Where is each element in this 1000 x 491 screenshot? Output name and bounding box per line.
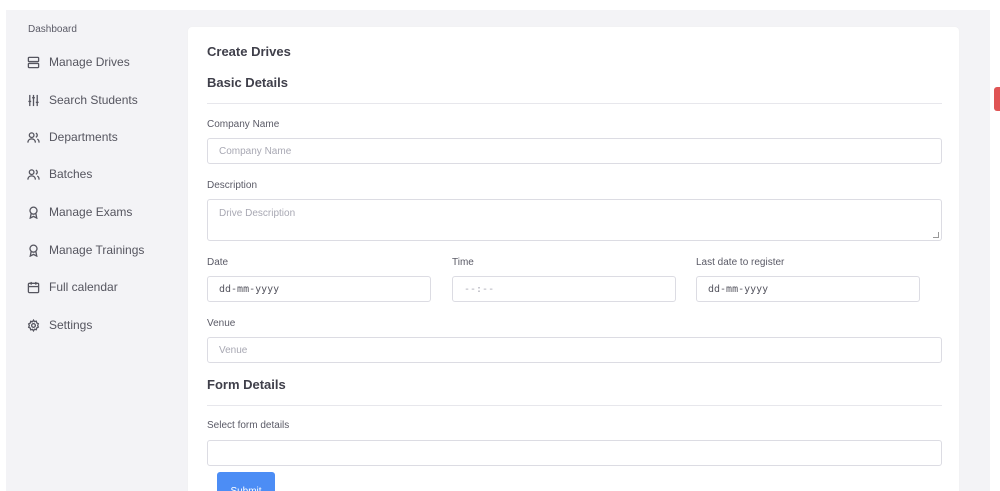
calendar-icon (26, 280, 40, 294)
app-frame: Dashboard Manage Drives Search Students … (6, 10, 990, 491)
sidebar-item-label: Settings (49, 318, 93, 332)
award-icon (26, 243, 40, 257)
page-title: Create Drives (207, 44, 291, 59)
sidebar-item-label: Departments (49, 130, 118, 144)
venue-label: Venue (207, 318, 236, 329)
sidebar-item-label: Batches (49, 167, 93, 181)
sidebar-item-batches[interactable]: Batches (26, 164, 92, 184)
sidebar-item-label: Manage Drives (49, 55, 130, 69)
server-icon (26, 55, 40, 69)
create-drive-card: Create Drives Basic Details Company Name… (188, 27, 959, 491)
time-label: Time (452, 257, 474, 268)
last-date-input[interactable]: dd-mm-yyyy (696, 276, 920, 302)
description-label: Description (207, 180, 258, 191)
date-input[interactable]: dd-mm-yyyy (207, 276, 431, 302)
sidebar: Dashboard Manage Drives Search Students … (6, 10, 176, 491)
users-icon (26, 167, 40, 181)
sidebar-item-manage-drives[interactable]: Manage Drives (26, 52, 130, 72)
award-icon (26, 205, 40, 219)
select-form-label: Select form details (207, 420, 290, 431)
sidebar-item-label: Search Students (49, 93, 138, 107)
description-textarea[interactable]: Drive Description (207, 199, 942, 241)
side-tab-indicator[interactable] (994, 87, 1000, 111)
company-name-label: Company Name (207, 119, 280, 130)
submit-button[interactable]: Submit (217, 472, 275, 491)
sidebar-item-search-students[interactable]: Search Students (26, 90, 138, 110)
gear-icon (26, 318, 40, 332)
divider (207, 405, 942, 406)
company-name-input[interactable]: Company Name (207, 138, 942, 164)
sidebar-item-label: Full calendar (49, 280, 118, 294)
sliders-icon (26, 93, 40, 107)
sidebar-item-settings[interactable]: Settings (26, 315, 92, 335)
venue-input[interactable]: Venue (207, 337, 942, 363)
date-label: Date (207, 257, 229, 268)
section-basic-details: Basic Details (207, 75, 288, 90)
resize-handle[interactable] (933, 232, 939, 238)
sidebar-item-full-calendar[interactable]: Full calendar (26, 277, 118, 297)
divider (207, 103, 942, 104)
sidebar-item-label: Manage Exams (49, 205, 133, 219)
last-date-label: Last date to register (696, 257, 785, 268)
form-details-select[interactable] (207, 440, 942, 466)
sidebar-item-departments[interactable]: Departments (26, 127, 118, 147)
sidebar-title: Dashboard (28, 24, 77, 35)
users-icon (26, 130, 40, 144)
sidebar-item-manage-exams[interactable]: Manage Exams (26, 202, 132, 222)
time-input[interactable]: --:-- (452, 276, 676, 302)
sidebar-item-label: Manage Trainings (49, 243, 145, 257)
sidebar-item-manage-trainings[interactable]: Manage Trainings (26, 240, 144, 260)
description-placeholder: Drive Description (219, 208, 296, 219)
section-form-details: Form Details (207, 377, 286, 392)
